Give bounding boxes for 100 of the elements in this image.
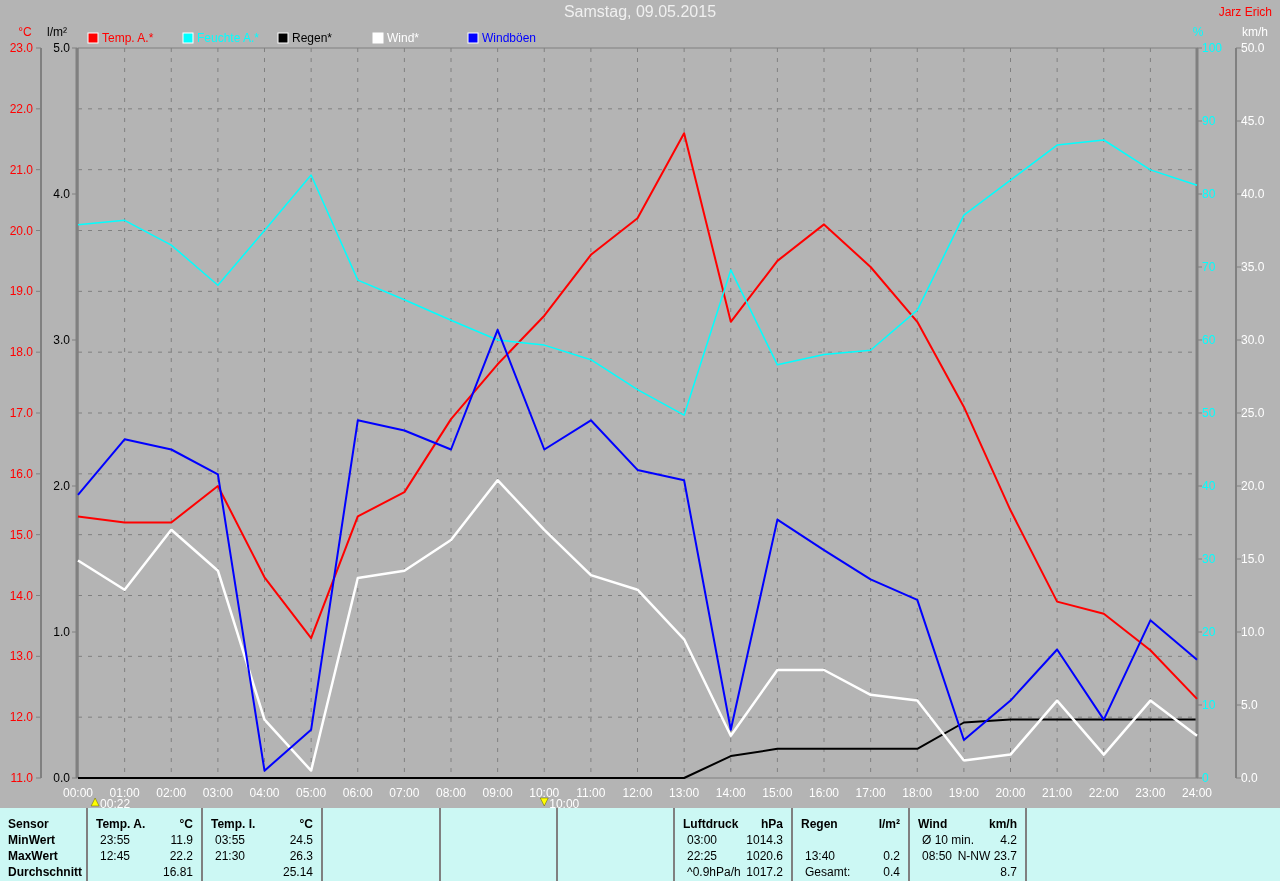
time-value: ^0.9hPa/h (686, 864, 741, 880)
axis-tick-label: 4.0 (53, 187, 70, 201)
axis-tick-label: 17.0 (9, 406, 33, 420)
axis-unit-label: l/m² (47, 25, 67, 39)
legend-label: Feuchte A.* (197, 31, 260, 45)
axis-tick-label: 03:00 (202, 786, 233, 800)
time-value: 03:55 (214, 832, 246, 848)
axis-tick-label: 20 (1202, 625, 1216, 639)
axis-tick-label: 02:00 (156, 786, 187, 800)
axis-tick-label: 14:00 (715, 786, 746, 800)
time-value: 21:30 (214, 848, 246, 864)
column-header: Temp. A. (96, 816, 146, 832)
axis-tick-label: 20:00 (995, 786, 1026, 800)
axis-unit-label: km/h (1242, 25, 1268, 39)
axis-tick-label: 16.0 (9, 466, 33, 481)
axis-tick-label: 30 (1202, 552, 1216, 566)
unit-label: l/m² (878, 816, 900, 832)
sensor-header: Sensor (8, 816, 50, 832)
stat-value: 0.4 (883, 864, 900, 880)
axis-tick-label: 30.0 (1241, 333, 1265, 347)
axis-tick-label: 3.0 (53, 333, 70, 347)
axis-tick-label: 10.0 (1241, 625, 1265, 639)
time-value: 13:40 (804, 848, 836, 864)
axis-tick-label: 10 (1202, 698, 1216, 712)
axis-tick-label: 08:00 (436, 786, 466, 800)
triangle-marker-icon (90, 797, 100, 807)
row-label: MaxWert (8, 848, 59, 864)
chart-title: Samstag, 09.05.2015 (563, 2, 717, 22)
axis-tick-label: 60 (1202, 333, 1216, 347)
stat-value: 1020.6 (746, 848, 783, 864)
axis-tick-label: 23:00 (1135, 786, 1166, 800)
axis-tick-label: 21.0 (9, 162, 33, 177)
time-value: 03:00 (686, 832, 718, 848)
axis-tick-label: 11:00 (576, 786, 606, 800)
stat-value: 8.7 (1000, 864, 1017, 880)
axis-tick-label: 15.0 (9, 527, 33, 542)
axis-tick-label: 45.0 (1241, 114, 1265, 128)
axis-tick-label: 05:00 (296, 786, 327, 800)
axis-tick-label: 100 (1202, 41, 1223, 55)
stat-value: 16.81 (162, 864, 193, 880)
time-value: 23:55 (99, 832, 131, 848)
axis-tick-label: 18.0 (9, 345, 33, 360)
axis-tick-label: 21:00 (1042, 786, 1073, 800)
axis-tick-label: 06:00 (342, 786, 373, 800)
axis-tick-label: 50.0 (1241, 41, 1265, 55)
unit-label: km/h (989, 816, 1017, 832)
axis-tick-label: 25.0 (1241, 406, 1265, 420)
marker-label: 10:00 (549, 797, 580, 808)
axis-tick-label: 19:00 (948, 786, 979, 800)
axis-tick-label: 0 (1202, 771, 1209, 785)
axis-tick-label: 1.0 (53, 625, 70, 639)
axis-tick-label: 22.0 (9, 101, 33, 116)
row-label: MinWert (8, 832, 57, 848)
axis-tick-label: 23.0 (9, 41, 33, 55)
marker-label: 00:22 (100, 797, 131, 808)
column-header: Regen (801, 816, 838, 832)
axis-tick-label: 5.0 (1241, 698, 1258, 712)
axis-tick-label: 90 (1202, 114, 1216, 128)
time-value: 08:50 (921, 848, 953, 864)
axis-tick-label: 24:00 (1182, 786, 1212, 800)
axis-tick-label: 0.0 (1241, 771, 1258, 785)
axis-tick-label: 07:00 (389, 786, 420, 800)
legend-label: Windböen (482, 31, 537, 45)
axis-tick-label: 13:00 (669, 786, 700, 800)
legend-label: Wind* (387, 31, 419, 45)
author-label: Jarz Erich (1218, 4, 1272, 21)
axis-tick-label: 20.0 (1241, 479, 1265, 493)
stat-value: 24.5 (289, 832, 313, 848)
time-value: Gesamt: (804, 864, 851, 880)
axis-tick-label: 09:00 (482, 786, 513, 800)
axis-tick-label: 2.0 (53, 479, 70, 493)
axis-tick-label: 11.0 (10, 771, 33, 785)
axis-unit-label: % (1192, 25, 1204, 39)
time-value: Ø 10 min. (921, 832, 975, 848)
axis-tick-label: 00:00 (63, 786, 93, 800)
axis-unit-label: °C (18, 25, 32, 39)
axis-tick-label: 17:00 (855, 786, 886, 800)
axis-tick-label: 70 (1202, 260, 1216, 274)
axis-tick-label: 12.0 (9, 710, 33, 725)
stat-value: 4.2 (1000, 832, 1017, 848)
stat-value: 11.9 (170, 832, 193, 848)
column-header: Wind (918, 816, 948, 832)
axis-tick-label: 13.0 (9, 649, 33, 664)
axis-tick-label: 35.0 (1241, 260, 1265, 274)
stat-value: 1014.3 (746, 832, 783, 848)
axis-tick-label: 10:00 (529, 786, 560, 800)
axis-tick-label: 01:00 (109, 786, 140, 800)
triangle-marker-icon (540, 797, 549, 807)
time-value: 12:45 (99, 848, 131, 864)
axis-tick-label: 40.0 (1241, 187, 1265, 201)
axis-tick-label: 0.0 (53, 771, 70, 785)
axis-tick-label: 80 (1202, 187, 1216, 201)
unit-label: °C (299, 816, 313, 832)
axis-tick-label: 15:00 (762, 786, 793, 800)
unit-label: °C (179, 816, 193, 832)
stat-value: 25.14 (282, 864, 313, 880)
axis-tick-label: 18:00 (902, 786, 933, 800)
axis-tick-label: 14.0 (9, 588, 33, 603)
column-header: Luftdruck (683, 816, 739, 832)
axis-tick-label: 15.0 (1241, 552, 1265, 566)
